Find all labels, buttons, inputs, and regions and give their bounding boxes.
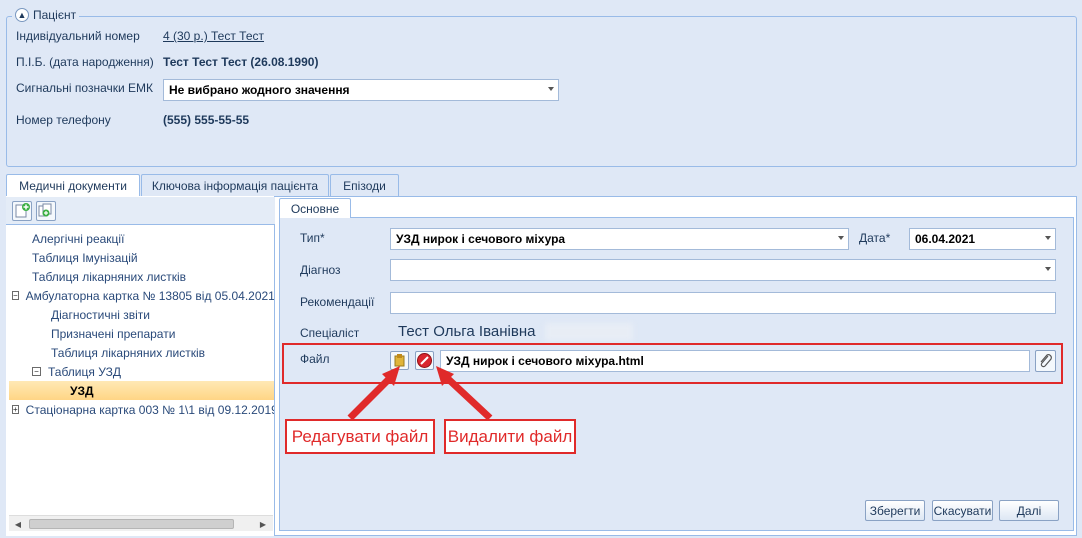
tab-key-information[interactable]: Ключова інформація пацієнта: [141, 174, 329, 196]
tree-item-label: Призначені препарати: [51, 326, 176, 341]
tree-item-inpatient-card[interactable]: + Стаціонарна картка 003 № 1\1 від 09.12.…: [9, 400, 274, 419]
chevron-down-icon[interactable]: [838, 236, 844, 240]
diagnosis-label: Діагноз: [300, 263, 341, 277]
tree-item-label: Амбулаторна картка № 13805 від 05.04.202…: [25, 288, 274, 303]
collapse-tree-icon[interactable]: −: [12, 291, 19, 300]
delete-arrow-line: [442, 373, 493, 421]
collapse-icon[interactable]: ▲: [15, 8, 29, 22]
scrollbar-thumb[interactable]: [29, 519, 234, 529]
tree-item-label: Таблиця Імунізацій: [32, 250, 138, 265]
chevron-down-icon[interactable]: [1045, 267, 1051, 271]
pib-value: Тест Тест Тест (26.08.1990): [163, 55, 319, 69]
individual-number-label: Індивідуальний номер: [16, 29, 140, 43]
pib-label: П.І.Б. (дата народження): [16, 55, 154, 69]
paperclip-icon: [1040, 354, 1052, 368]
tree-item-label: Таблиця лікарняних листків: [32, 269, 187, 284]
specialist-label: Спеціаліст: [300, 326, 360, 340]
tree-item-label: Алергічні реакції: [32, 231, 125, 246]
tree-horizontal-scrollbar[interactable]: ◀ ▶: [9, 515, 273, 531]
type-label: Тип*: [300, 231, 325, 245]
save-button[interactable]: Зберегти: [865, 500, 925, 521]
tree-item-label: Таблиця лікарняних листків: [51, 345, 206, 360]
tree-item-sick-leave[interactable]: Таблиця лікарняних листків: [9, 267, 274, 286]
collapse-tree-icon[interactable]: −: [32, 367, 41, 376]
edit-file-callout: Редагувати файл: [285, 419, 435, 454]
tree-item-ultrasound[interactable]: УЗД: [9, 381, 274, 400]
tree-item-label: Таблиця УЗД: [48, 364, 121, 379]
file-label: Файл: [300, 352, 330, 366]
add-document-icon: [15, 203, 30, 218]
tab-episodes[interactable]: Епізоди: [330, 174, 399, 196]
patient-group-title: Пацієнт: [33, 8, 77, 22]
cancel-button[interactable]: Скасувати: [932, 500, 993, 521]
expand-tree-icon[interactable]: +: [12, 405, 19, 414]
file-name-field[interactable]: УЗД нирок і сечового міхура.html: [440, 350, 1030, 372]
chevron-down-icon[interactable]: [548, 87, 554, 91]
tree-item-sick-leave-table[interactable]: Таблиця лікарняних листків: [9, 343, 274, 362]
tree-item-prescriptions[interactable]: Призначені препарати: [9, 324, 274, 343]
tree-item-label: Стаціонарна картка 003 № 1\1 від 09.12.2…: [25, 402, 274, 417]
individual-number-link[interactable]: 4 (30 р.) Тест Тест: [163, 29, 264, 43]
phone-value: (555) 555-55-55: [163, 113, 250, 127]
tree-item-ultrasound-table[interactable]: − Таблиця УЗД: [9, 362, 274, 381]
emk-select-value: Не вибрано жодного значення: [169, 83, 350, 97]
copy-document-icon: [38, 203, 52, 217]
emk-select[interactable]: Не вибрано жодного значення: [163, 79, 559, 101]
tree-item-allergies[interactable]: Алергічні реакції: [9, 229, 274, 248]
tab-main[interactable]: Основне: [279, 198, 351, 218]
scroll-right-icon[interactable]: ▶: [256, 517, 270, 531]
specialist-redacted: [545, 323, 633, 341]
tree-item-outpatient-card[interactable]: − Амбулаторна картка № 13805 від 05.04.20…: [9, 286, 274, 305]
next-button[interactable]: Далі: [999, 500, 1059, 521]
diagnosis-select[interactable]: [390, 259, 1056, 281]
attach-file-button[interactable]: [1035, 350, 1056, 372]
documents-tree: Алергічні реакції Таблиця Імунізацій Таб…: [9, 229, 274, 419]
date-picker-value: 06.04.2021: [915, 232, 976, 246]
specialist-value: Тест Ольга Іванівна: [398, 323, 536, 340]
tree-item-label: УЗД: [70, 383, 94, 398]
delete-file-callout: Видалити файл: [444, 419, 576, 454]
type-select-value: УЗД нирок і сечового міхура: [396, 232, 566, 246]
type-select[interactable]: УЗД нирок і сечового міхура: [390, 228, 849, 250]
recommendations-label: Рекомендації: [300, 295, 375, 309]
tree-item-label: Діагностичні звіти: [51, 307, 150, 322]
tree-item-immunizations[interactable]: Таблиця Імунізацій: [9, 248, 274, 267]
date-picker[interactable]: 06.04.2021: [909, 228, 1056, 250]
chevron-down-icon[interactable]: [1045, 236, 1051, 240]
date-label: Дата*: [859, 231, 891, 245]
add-document-button[interactable]: [12, 201, 32, 221]
phone-label: Номер телефону: [16, 113, 111, 127]
emk-label: Сигнальні позначки ЕМК: [16, 81, 154, 95]
add-copy-button[interactable]: [36, 201, 56, 221]
scroll-left-icon[interactable]: ◀: [11, 517, 25, 531]
edit-arrow-line: [347, 373, 395, 421]
tree-item-diagnostic-reports[interactable]: Діагностичні звіти: [9, 305, 274, 324]
recommendations-field[interactable]: [390, 292, 1056, 314]
tab-medical-documents[interactable]: Медичні документи: [6, 174, 140, 197]
patient-group-header[interactable]: ▲ Пацієнт: [12, 8, 80, 22]
